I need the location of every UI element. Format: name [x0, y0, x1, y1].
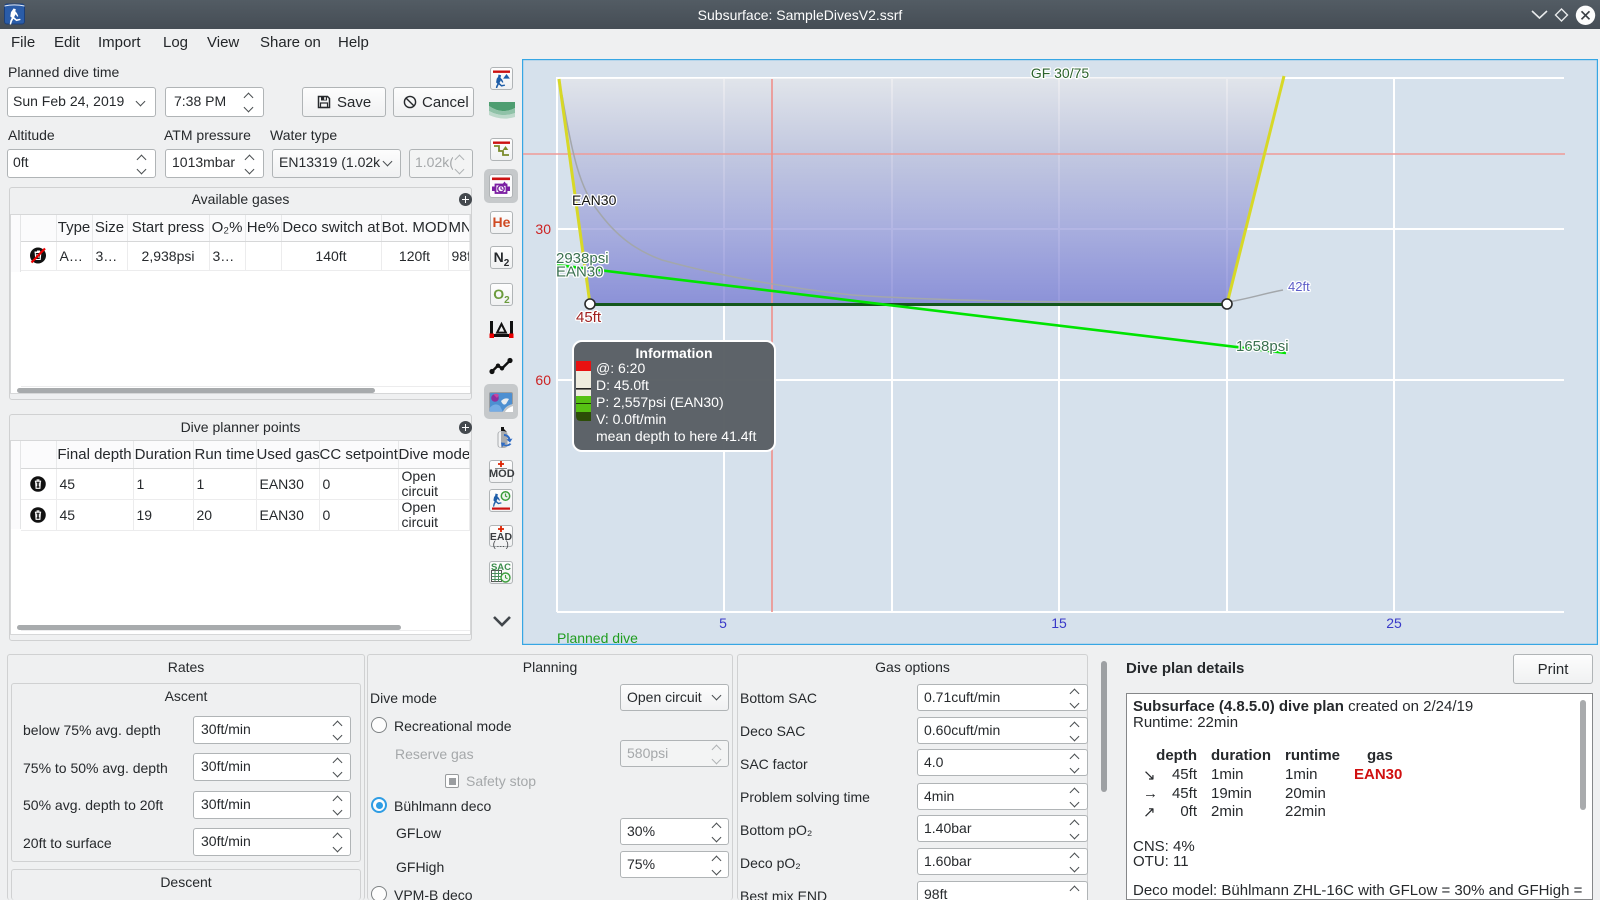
- svg-text:25: 25: [1386, 615, 1402, 631]
- svg-text:1658psi: 1658psi: [1236, 338, 1289, 355]
- svg-text:42ft: 42ft: [1288, 279, 1310, 294]
- svg-text:V: 0.0ft/min: V: 0.0ft/min: [596, 411, 666, 427]
- svg-text:15: 15: [1051, 615, 1067, 631]
- svg-text:30: 30: [535, 221, 551, 237]
- svg-text:EAN30: EAN30: [556, 264, 604, 281]
- svg-text:D: 45.0ft: D: 45.0ft: [596, 377, 649, 393]
- svg-text:EAN30: EAN30: [572, 192, 617, 208]
- svg-text:GF 30/75: GF 30/75: [1031, 65, 1090, 81]
- svg-text:@: 6:20: @: 6:20: [596, 360, 645, 376]
- svg-text:60: 60: [535, 372, 551, 388]
- svg-text:Planned dive: Planned dive: [557, 630, 638, 645]
- svg-text:45ft: 45ft: [576, 309, 602, 326]
- svg-text:5: 5: [719, 615, 727, 631]
- svg-text:Information: Information: [636, 345, 713, 361]
- svg-text:P: 2,557psi (EAN30): P: 2,557psi (EAN30): [596, 394, 724, 410]
- svg-text:mean depth to here 41.4ft: mean depth to here 41.4ft: [596, 428, 756, 444]
